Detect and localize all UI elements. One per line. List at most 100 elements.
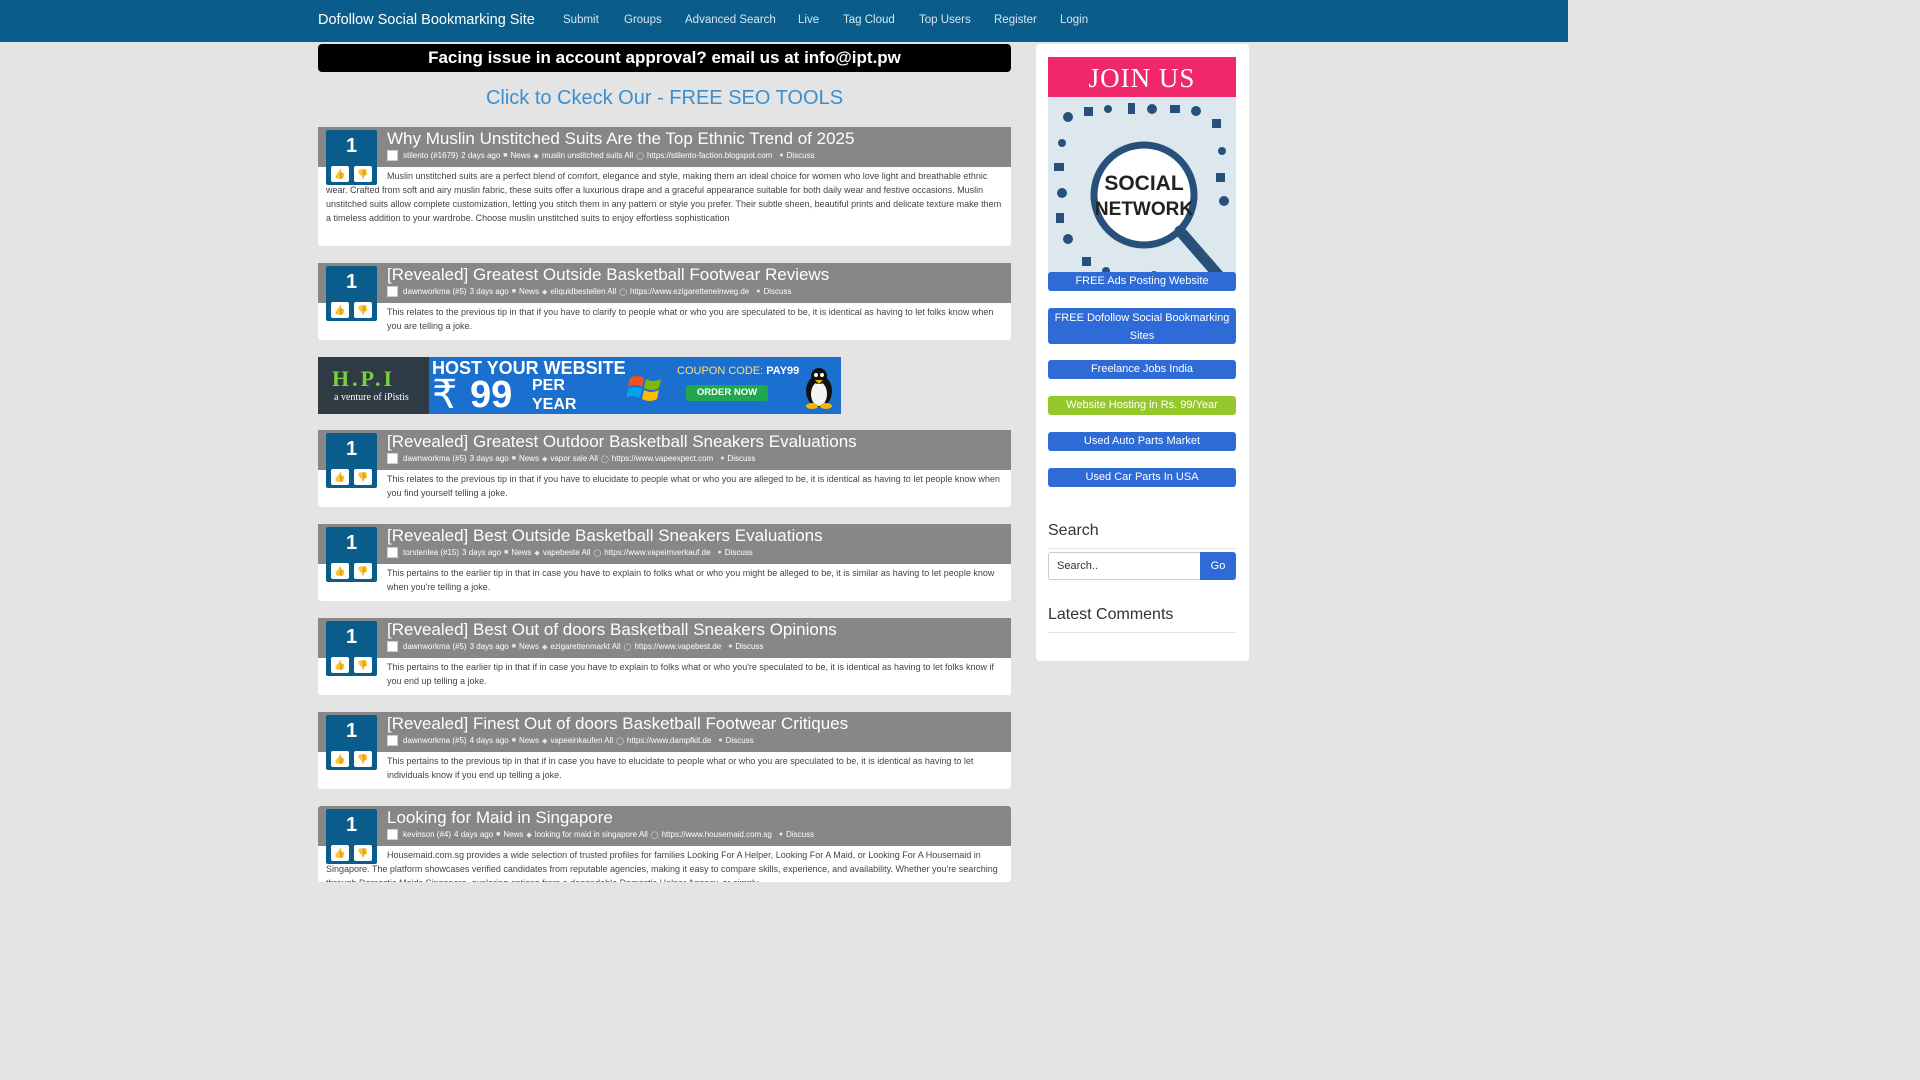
tags-link[interactable]: eliquidbestellen All bbox=[550, 287, 616, 296]
author-link[interactable]: dawnworkma (#5) bbox=[403, 736, 467, 745]
comment-icon: ● bbox=[756, 288, 761, 295]
category-link[interactable]: News bbox=[519, 642, 539, 651]
thumbs-down-icon[interactable]: 👎 bbox=[354, 302, 372, 318]
nav-register[interactable]: Register bbox=[994, 14, 1037, 26]
story-item: 1 👍 👎 [Revealed] Greatest Outside Basket… bbox=[318, 263, 1011, 340]
site-brand-link[interactable]: Dofollow Social Bookmarking Site bbox=[318, 12, 535, 28]
freelance-jobs-button[interactable]: Freelance Jobs India bbox=[1048, 360, 1236, 379]
category-link[interactable]: News bbox=[519, 736, 539, 745]
author-link[interactable]: stilento (#1679) bbox=[403, 151, 458, 160]
vote-count: 1 bbox=[345, 271, 358, 293]
avatar bbox=[387, 286, 398, 297]
tags-link[interactable]: vapor sale All bbox=[550, 454, 598, 463]
globe-icon: ◯ bbox=[650, 831, 659, 839]
url-link[interactable]: https://www.vapeimverkauf.de bbox=[604, 548, 710, 557]
banner-per-year: PER YEAR bbox=[532, 377, 577, 413]
story-meta: stilento (#1679) 2 days ago ■ News ◆ mus… bbox=[387, 150, 815, 161]
thumbs-down-icon[interactable]: 👎 bbox=[354, 563, 372, 579]
thumbs-down-icon[interactable]: 👎 bbox=[354, 657, 372, 673]
tags-link[interactable]: vapeeinkaufen All bbox=[550, 736, 613, 745]
folder-icon: ■ bbox=[503, 152, 508, 159]
thumbs-up-icon[interactable]: 👍 bbox=[331, 751, 349, 767]
join-us-banner[interactable]: JOIN US SOCIAL NETWORK bbox=[1048, 57, 1236, 286]
tags-link[interactable]: looking for maid in singapore All bbox=[535, 830, 648, 839]
join-us-title: JOIN US bbox=[1048, 57, 1236, 97]
thumbs-up-icon[interactable]: 👍 bbox=[331, 302, 349, 318]
tag-icon: ◆ bbox=[526, 831, 532, 839]
order-now-button[interactable]: ORDER NOW bbox=[686, 385, 768, 401]
story-title-link[interactable]: [Revealed] Greatest Outdoor Basketball S… bbox=[387, 432, 857, 452]
time-label: 3 days ago bbox=[469, 287, 509, 296]
category-link[interactable]: News bbox=[511, 151, 531, 160]
discuss-link[interactable]: Discuss bbox=[727, 454, 755, 463]
comment-icon: ● bbox=[718, 737, 723, 744]
author-link[interactable]: dawnworkma (#5) bbox=[403, 454, 467, 463]
tag-icon: ◆ bbox=[541, 288, 548, 296]
nav-live[interactable]: Live bbox=[798, 14, 819, 26]
thumbs-down-icon[interactable]: 👎 bbox=[354, 469, 372, 485]
used-auto-parts-button[interactable]: Used Auto Parts Market bbox=[1048, 432, 1236, 451]
windows-logo-icon bbox=[627, 376, 661, 401]
avatar bbox=[387, 735, 398, 746]
time-label: 4 days ago bbox=[469, 736, 509, 745]
vote-box: 1 👍 👎 bbox=[326, 266, 377, 321]
discuss-link[interactable]: Discuss bbox=[735, 642, 763, 651]
search-input[interactable] bbox=[1048, 552, 1201, 580]
free-dofollow-bookmarking-button[interactable]: FREE Dofollow Social Bookmarking Sites bbox=[1048, 308, 1236, 344]
tag-icon: ◆ bbox=[534, 549, 540, 557]
folder-icon: ■ bbox=[511, 643, 516, 650]
sidebar: JOIN US SOCIAL NETWORK FREE Ads Posting … bbox=[1036, 44, 1249, 661]
author-link[interactable]: dawnworkma (#5) bbox=[403, 642, 467, 651]
story-title-link[interactable]: [Revealed] Best Outside Basketball Sneak… bbox=[387, 526, 823, 546]
category-link[interactable]: News bbox=[519, 454, 539, 463]
tags-link[interactable]: vapebeste All bbox=[543, 548, 591, 557]
story-title-link[interactable]: Why Muslin Unstitched Suits Are the Top … bbox=[387, 129, 854, 149]
thumbs-up-icon[interactable]: 👍 bbox=[331, 657, 349, 673]
tag-icon: ◆ bbox=[541, 455, 548, 463]
discuss-link[interactable]: Discuss bbox=[787, 151, 815, 160]
search-go-button[interactable]: Go bbox=[1200, 552, 1236, 580]
search-heading: Search bbox=[1048, 522, 1236, 549]
url-link[interactable]: https://stilento-faction.blogspot.com bbox=[647, 151, 772, 160]
discuss-link[interactable]: Discuss bbox=[763, 287, 791, 296]
discuss-link[interactable]: Discuss bbox=[786, 830, 814, 839]
url-link[interactable]: https://www.vapebest.de bbox=[634, 642, 721, 651]
category-link[interactable]: News bbox=[503, 830, 523, 839]
url-link[interactable]: https://www.housemaid.com.sg bbox=[662, 830, 772, 839]
thumbs-up-icon[interactable]: 👍 bbox=[331, 563, 349, 579]
author-link[interactable]: dawnworkma (#5) bbox=[403, 287, 467, 296]
discuss-link[interactable]: Discuss bbox=[726, 736, 754, 745]
thumbs-up-icon[interactable]: 👍 bbox=[331, 469, 349, 485]
vote-count: 1 bbox=[345, 626, 358, 648]
hosting-banner-ad[interactable]: H.P.I a venture of iPistis HOST YOUR WEB… bbox=[318, 357, 841, 414]
thumbs-down-icon[interactable]: 👎 bbox=[354, 751, 372, 767]
free-seo-tools-link[interactable]: Click to Ckeck Our - FREE SEO TOOLS bbox=[318, 87, 1011, 110]
nav-advanced-search[interactable]: Advanced Search bbox=[685, 14, 776, 26]
used-car-parts-button[interactable]: Used Car Parts In USA bbox=[1048, 468, 1236, 487]
url-link[interactable]: https://www.vapeexpect.com bbox=[612, 454, 713, 463]
nav-top-users[interactable]: Top Users bbox=[919, 14, 971, 26]
nav-login[interactable]: Login bbox=[1060, 14, 1088, 26]
story-title-link[interactable]: Looking for Maid in Singapore bbox=[387, 808, 613, 828]
nav-submit[interactable]: Submit bbox=[563, 14, 599, 26]
tags-link[interactable]: muslin unstitched suits All bbox=[542, 151, 633, 160]
linux-penguin-icon bbox=[806, 368, 832, 409]
globe-icon: ◯ bbox=[600, 455, 609, 463]
story-title-link[interactable]: [Revealed] Best Out of doors Basketball … bbox=[387, 620, 837, 640]
free-ads-posting-button[interactable]: FREE Ads Posting Website bbox=[1048, 272, 1236, 291]
tags-link[interactable]: ezigarettenmarkt All bbox=[550, 642, 620, 651]
url-link[interactable]: https://www.dampfkit.de bbox=[627, 736, 711, 745]
url-link[interactable]: https://www.ezigaretteneinweg.de bbox=[630, 287, 749, 296]
comment-icon: ● bbox=[720, 455, 725, 462]
story-title-link[interactable]: [Revealed] Finest Out of doors Basketbal… bbox=[387, 714, 848, 734]
nav-tag-cloud[interactable]: Tag Cloud bbox=[843, 14, 895, 26]
nav-groups[interactable]: Groups bbox=[624, 14, 662, 26]
story-title-link[interactable]: [Revealed] Greatest Outside Basketball F… bbox=[387, 265, 829, 285]
category-link[interactable]: News bbox=[511, 548, 531, 557]
rupee-symbol: ₹ bbox=[432, 373, 458, 414]
category-link[interactable]: News bbox=[519, 287, 539, 296]
author-link[interactable]: kevinson (#4) bbox=[403, 830, 451, 839]
author-link[interactable]: torstenlea (#15) bbox=[403, 548, 459, 557]
discuss-link[interactable]: Discuss bbox=[725, 548, 753, 557]
website-hosting-button[interactable]: Website Hosting in Rs. 99/Year bbox=[1048, 396, 1236, 415]
